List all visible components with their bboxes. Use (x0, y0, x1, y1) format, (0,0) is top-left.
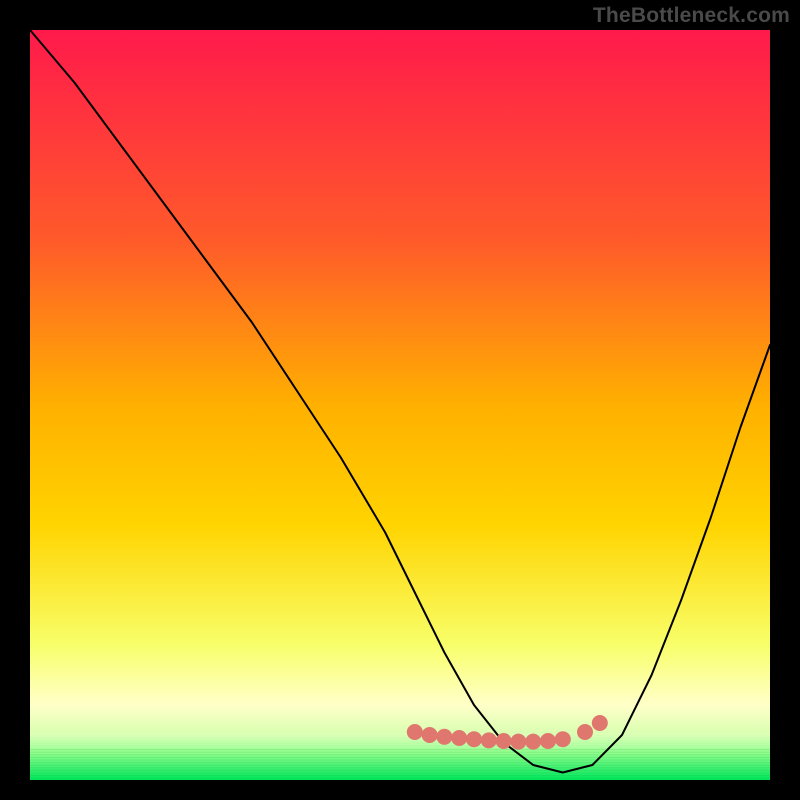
highlight-point (510, 734, 526, 750)
highlight-point (422, 727, 438, 743)
chart-stage: TheBottleneck.com (0, 0, 800, 800)
highlight-point (592, 715, 608, 731)
highlight-point (466, 731, 482, 747)
watermark-label: TheBottleneck.com (593, 4, 790, 28)
gradient-background (30, 30, 770, 780)
highlight-point (436, 729, 452, 745)
highlight-point (496, 733, 512, 749)
plot-area (30, 30, 770, 780)
bottleneck-chart (30, 30, 770, 780)
highlight-point (451, 730, 467, 746)
highlight-point (555, 731, 571, 747)
highlight-point (407, 724, 423, 740)
highlight-point (525, 734, 541, 750)
highlight-point (577, 724, 593, 740)
highlight-point (481, 732, 497, 748)
highlight-point (540, 733, 556, 749)
